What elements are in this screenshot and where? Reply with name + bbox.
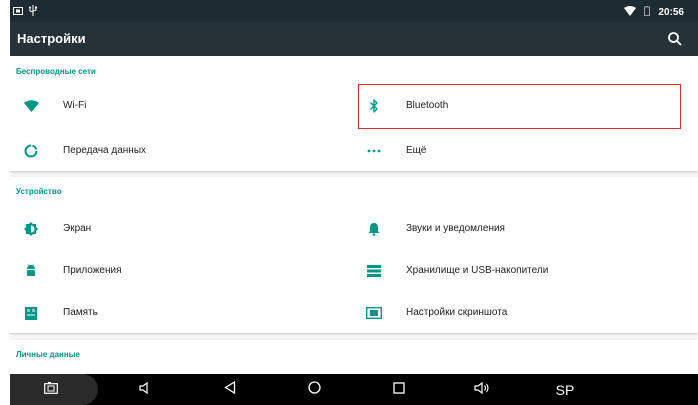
wifi-signal-icon xyxy=(624,3,637,21)
recents-icon xyxy=(393,381,405,399)
setting-label: Настройки скриншота xyxy=(406,307,508,318)
home-icon xyxy=(307,380,321,399)
setting-memory[interactable]: Память xyxy=(10,293,353,333)
setting-display[interactable]: Экран xyxy=(10,209,353,249)
battery-icon xyxy=(644,3,651,21)
setting-label: Экран xyxy=(63,223,92,234)
memory-icon xyxy=(23,305,39,321)
setting-data-usage[interactable]: Передача данных xyxy=(10,131,353,171)
sp-button[interactable]: SP xyxy=(548,374,582,405)
back-button[interactable] xyxy=(215,374,245,405)
bell-icon xyxy=(366,221,382,237)
setting-label: Ещё xyxy=(406,145,427,156)
android-icon xyxy=(23,263,39,279)
section-header: Беспроводные сети xyxy=(16,67,96,76)
section-device: Устройство Экран Звуки и уведомления При… xyxy=(10,177,698,333)
navigation-bar: SP xyxy=(10,374,698,405)
settings-screen: 20:56 Настройки Беспроводные сети Wi-Fi xyxy=(10,0,698,405)
section-header: Устройство xyxy=(16,187,62,196)
setting-label: Wi-Fi xyxy=(63,100,87,111)
wifi-icon xyxy=(23,98,39,114)
volume-up-icon xyxy=(474,381,490,399)
section-header: Личные данные xyxy=(16,350,80,359)
setting-apps[interactable]: Приложения xyxy=(10,251,353,291)
status-time: 20:56 xyxy=(658,6,684,18)
setting-label: Приложения xyxy=(63,265,122,276)
setting-sound[interactable]: Звуки и уведомления xyxy=(353,209,698,249)
bluetooth-highlight xyxy=(358,84,681,129)
volume-down-button[interactable] xyxy=(130,374,160,405)
app-bar: Настройки xyxy=(10,22,698,56)
home-button[interactable] xyxy=(299,374,329,405)
screenshot-button[interactable] xyxy=(36,374,66,405)
setting-label: Передача данных xyxy=(63,145,147,156)
data-usage-icon xyxy=(23,143,39,159)
search-icon[interactable] xyxy=(667,31,683,47)
screenshot-settings-icon xyxy=(366,305,382,321)
setting-wifi[interactable]: Wi-Fi xyxy=(10,86,353,126)
page-title: Настройки xyxy=(17,31,86,46)
storage-icon xyxy=(366,263,382,279)
volume-down-icon xyxy=(139,381,151,399)
volume-up-button[interactable] xyxy=(467,374,497,405)
setting-storage[interactable]: Хранилище и USB-накопители xyxy=(353,251,698,291)
screenshot-icon xyxy=(13,3,23,21)
status-bar: 20:56 xyxy=(10,0,698,22)
setting-screenshot[interactable]: Настройки скриншота xyxy=(353,293,698,333)
back-icon xyxy=(224,380,236,399)
section-personal: Личные данные xyxy=(10,340,698,374)
setting-more[interactable]: Ещё xyxy=(353,131,698,171)
recents-button[interactable] xyxy=(384,374,414,405)
brightness-icon xyxy=(23,221,39,237)
usb-icon xyxy=(29,3,37,21)
sp-label: SP xyxy=(555,381,575,398)
more-icon xyxy=(366,143,382,159)
settings-list: Беспроводные сети Wi-Fi Bluetooth Переда… xyxy=(10,56,698,374)
setting-label: Хранилище и USB-накопители xyxy=(406,265,549,276)
setting-label: Память xyxy=(63,307,98,318)
screenshot-icon xyxy=(44,381,58,399)
setting-label: Звуки и уведомления xyxy=(406,223,505,234)
